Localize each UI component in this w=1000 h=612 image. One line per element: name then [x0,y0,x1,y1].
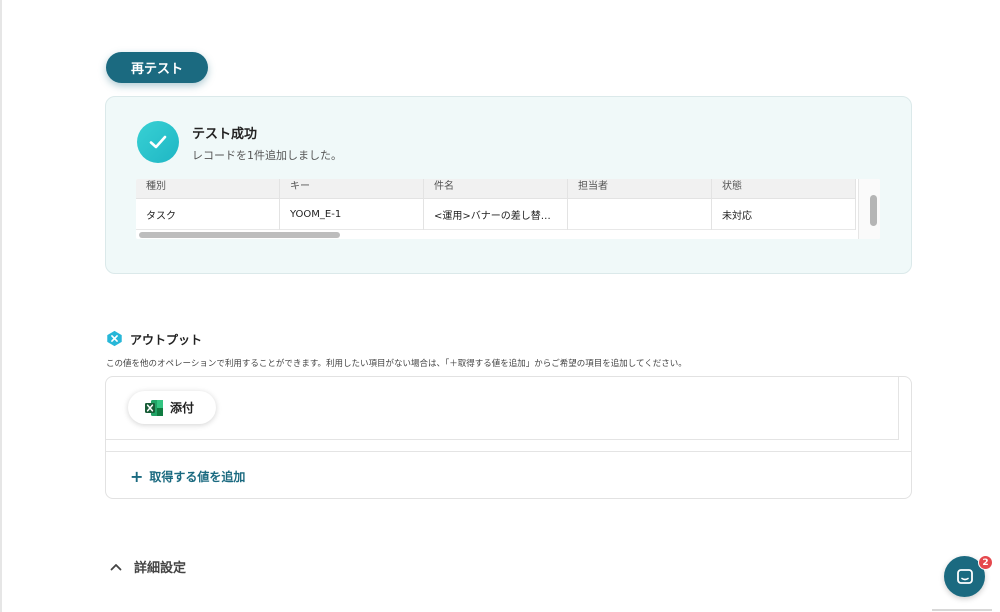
vertical-scroll-thumb[interactable] [870,195,877,226]
excel-icon [145,399,163,416]
output-chip[interactable]: 添付 [128,391,216,424]
output-chip-label: 添付 [170,401,195,415]
success-title: テスト成功 [192,127,258,142]
add-value-button[interactable]: + 取得する値を追加 [130,468,245,485]
table-header-row: 種別 キー 件名 担当者 状態 [136,179,856,199]
check-icon [137,121,179,163]
chat-icon [956,568,973,584]
notification-badge: 2 [978,555,993,570]
table-cell: YOOM_E-1 [280,199,424,230]
table-header-cell: キー [280,179,424,199]
details-label: 詳細設定 [134,561,187,576]
left-border [0,0,2,612]
table-header-cell: 状態 [712,179,856,199]
chevron-up-icon [110,563,122,570]
output-box: 添付 + 取得する値を追加 [105,376,912,499]
retest-button[interactable]: 再テスト [106,52,208,83]
output-description: この値を他のオペレーションで利用することができます。利用したい項目がない場合は、… [106,359,687,369]
output-title: アウトプット [130,333,203,347]
divider [106,451,911,452]
success-subtitle: レコードを1件追加しました。 [192,149,342,162]
table-header-cell: 種別 [136,179,280,199]
table-cell: <運用>バナーの差し替… [424,199,568,230]
horizontal-scroll-thumb[interactable] [139,232,340,238]
output-items-area: 添付 [106,377,899,440]
plus-icon: + [130,466,144,486]
details-toggle[interactable]: 詳細設定 [110,557,186,576]
table-cell [568,199,712,230]
test-result-panel: テスト成功 レコードを1件追加しました。 種別 キー 件名 担当者 状態 タスク… [105,96,912,274]
output-icon [107,330,122,347]
add-value-label: 取得する値を追加 [149,470,246,484]
corner-divider [932,609,992,611]
table-cell: タスク [136,199,280,230]
table-header-cell: 担当者 [568,179,712,199]
table-row: タスク YOOM_E-1 <運用>バナーの差し替… 未対応 [136,199,856,230]
table-cell: 未対応 [712,199,856,230]
result-table[interactable]: 種別 キー 件名 担当者 状態 タスク YOOM_E-1 <運用>バナーの差し替… [136,179,880,239]
table-header-cell: 件名 [424,179,568,199]
